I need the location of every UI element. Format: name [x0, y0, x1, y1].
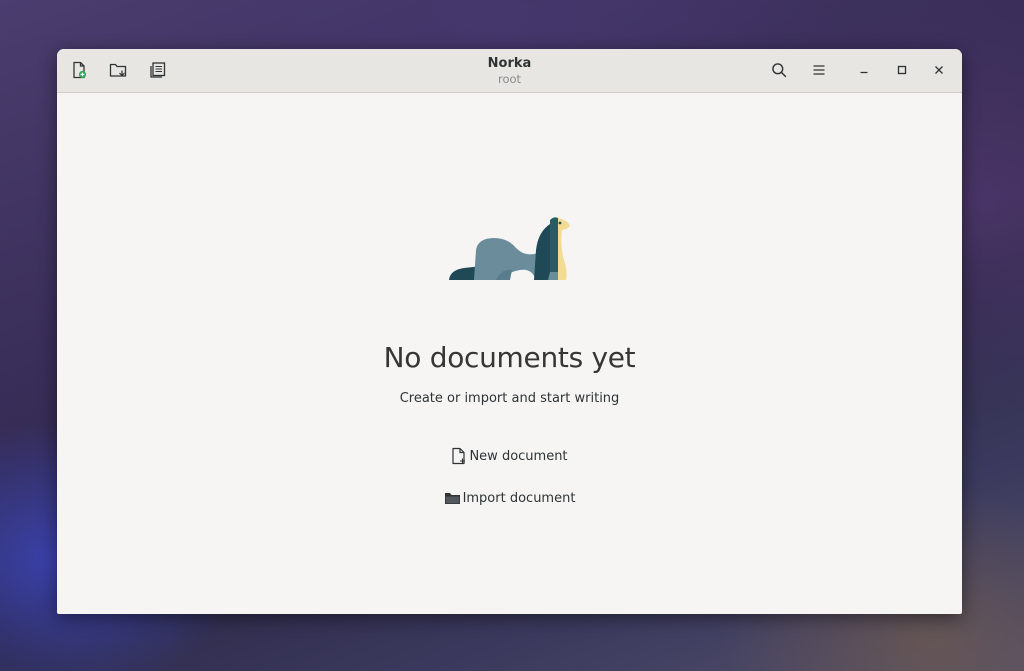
new-document-label: New document — [469, 448, 568, 464]
import-document-action[interactable]: Import document — [57, 490, 962, 510]
new-document-action[interactable]: New document — [57, 447, 962, 469]
norka-window: Norka root No documents yet Create or im… — [57, 49, 962, 614]
close-icon — [933, 64, 945, 76]
search-icon — [771, 62, 787, 78]
minimize-icon — [858, 64, 870, 76]
close-button[interactable] — [926, 57, 952, 83]
norka-mascot-icon — [446, 216, 572, 288]
import-document-label: Import document — [462, 490, 576, 506]
menu-icon — [812, 63, 826, 77]
main-menu-button[interactable] — [806, 57, 832, 83]
search-button[interactable] — [766, 57, 792, 83]
empty-state-title: No documents yet — [383, 341, 636, 374]
new-document-icon — [451, 447, 467, 465]
maximize-button[interactable] — [889, 57, 915, 83]
folder-icon — [444, 490, 461, 506]
empty-state: No documents yet Create or import and st… — [57, 93, 962, 614]
header-bar: Norka root — [57, 49, 962, 93]
empty-state-description: Create or import and start writing — [399, 391, 620, 406]
minimize-button[interactable] — [851, 57, 877, 83]
maximize-icon — [896, 64, 908, 76]
